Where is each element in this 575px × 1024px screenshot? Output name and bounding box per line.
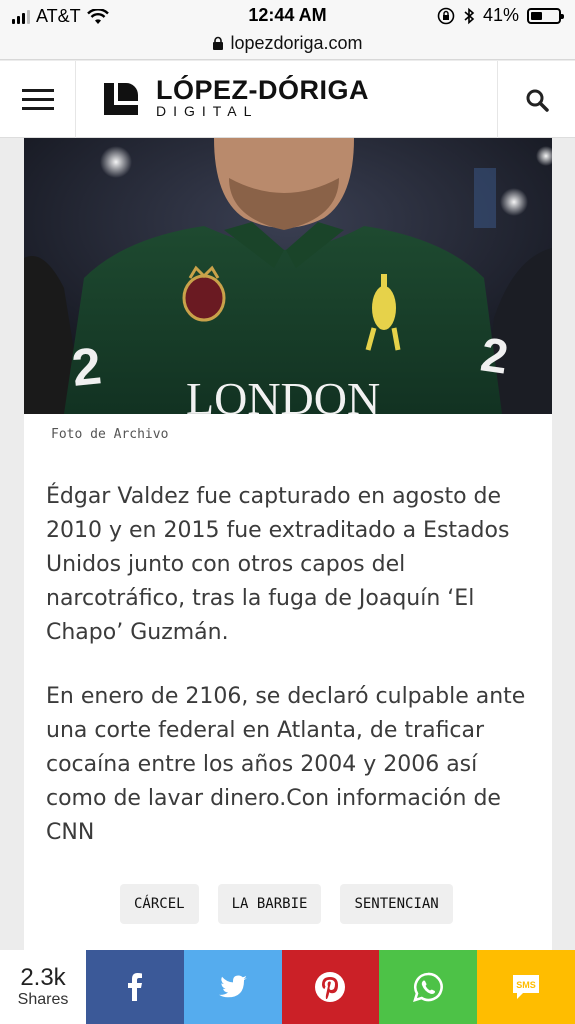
- photo-caption: Foto de Archivo: [51, 427, 169, 442]
- logo-title: LÓPEZ-DÓRIGA: [156, 75, 369, 105]
- twitter-share-button[interactable]: [183, 950, 282, 1024]
- sms-icon-label: SMS: [516, 980, 536, 990]
- shirt-text: LONDON: [186, 373, 380, 414]
- article-paragraph: Édgar Valdez fue capturado en agosto de …: [46, 484, 510, 645]
- site-header: LÓPEZ-DÓRIGA DIGITAL: [0, 61, 575, 138]
- svg-text:2: 2: [69, 337, 104, 398]
- sms-icon: SMS: [513, 975, 540, 999]
- article-photo: 2 2 LONDON: [24, 138, 552, 414]
- url-text: lopezdoriga.com: [230, 33, 363, 53]
- whatsapp-icon: [413, 972, 444, 1002]
- url-bar[interactable]: lopezdoriga.com: [0, 28, 575, 60]
- search-button[interactable]: [497, 61, 575, 138]
- lock-icon: [213, 36, 224, 50]
- battery-percent: 41%: [482, 5, 519, 25]
- orientation-lock-icon: [437, 7, 455, 24]
- pinterest-share-button[interactable]: [281, 950, 380, 1024]
- menu-button[interactable]: [0, 61, 76, 138]
- tag-list: CÁRCEL LA BARBIE SENTENCIAN: [120, 884, 453, 924]
- article-paragraph: En enero de 2106, se declaró culpable an…: [46, 684, 526, 845]
- facebook-share-button[interactable]: [86, 950, 184, 1024]
- twitter-icon: [218, 975, 247, 998]
- tag-sentencian[interactable]: SENTENCIAN: [340, 884, 453, 924]
- share-count: 2.3k Shares: [0, 950, 86, 1024]
- search-icon: [526, 89, 549, 112]
- whatsapp-share-button[interactable]: [379, 950, 478, 1024]
- tag-la-barbie[interactable]: LA BARBIE: [217, 884, 322, 924]
- share-count-number: 2.3k: [20, 964, 66, 991]
- article-card: 2 2 LONDON Foto de Archivo Édgar Valdez …: [24, 138, 552, 950]
- logo-mark-icon: [104, 83, 138, 115]
- share-bar: 2.3k Shares SMS: [0, 950, 575, 1024]
- site-logo[interactable]: LÓPEZ-DÓRIGA DIGITAL: [104, 77, 369, 119]
- facebook-icon: [127, 973, 142, 1001]
- pinterest-icon: [315, 972, 346, 1002]
- battery-icon: [527, 7, 564, 24]
- tag-carcel[interactable]: CÁRCEL: [120, 884, 199, 924]
- sms-share-button[interactable]: SMS: [477, 950, 575, 1024]
- menu-icon: [21, 89, 54, 92]
- logo-subtitle: DIGITAL: [156, 103, 259, 119]
- share-count-label: Shares: [17, 991, 69, 1008]
- bluetooth-icon: [464, 7, 475, 24]
